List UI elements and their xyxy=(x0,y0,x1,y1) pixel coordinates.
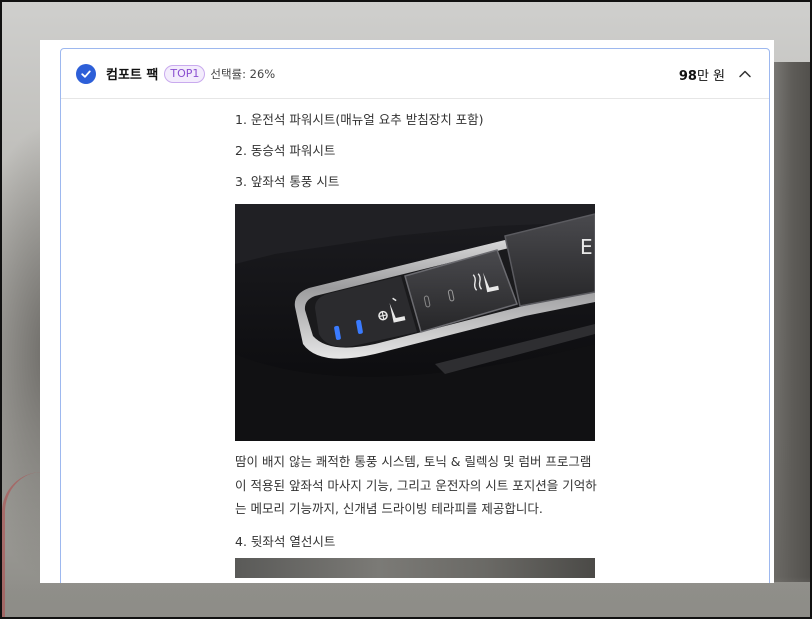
select-rate: 선택률: 26% xyxy=(210,66,276,81)
price-amount: 98 xyxy=(678,69,697,84)
check-icon[interactable] xyxy=(76,63,96,84)
heated-rear-seat-photo xyxy=(235,557,595,578)
price-unit: 만 원 xyxy=(696,69,725,84)
screen: 컴포트 팩 TOP1 선택률: 26% 98만 원 1. 운전석 파워시트(매뉴… xyxy=(0,0,812,619)
feature-description: 땀이 배지 않는 쾌적한 통풍 시스템, 토닉 & 릴렉싱 및 럼버 프로그램이… xyxy=(235,454,597,516)
ventilated-seat-photo: E xyxy=(235,204,595,441)
option-panel: 컴포트 팩 TOP1 선택률: 26% 98만 원 1. 운전석 파워시트(매뉴… xyxy=(40,40,774,583)
background-blur xyxy=(2,577,810,617)
seat-switch-illustration: E xyxy=(235,204,595,441)
feature-item-4: 4. 뒷좌석 열선시트 xyxy=(235,533,336,549)
feature-item-2: 2. 동승석 파워시트 xyxy=(235,143,336,158)
feature-item-1: 1. 운전석 파워시트(매뉴얼 요추 받침장치 포함) xyxy=(235,112,484,127)
option-title: 컴포트 팩 xyxy=(106,68,159,83)
top-badge: TOP1 xyxy=(164,64,206,83)
option-details: 1. 운전석 파워시트(매뉴얼 요추 받침장치 포함) 2. 동승석 파워시트 … xyxy=(235,110,597,578)
option-card: 컴포트 팩 TOP1 선택률: 26% 98만 원 1. 운전석 파워시트(매뉴… xyxy=(60,48,770,583)
option-price: 98만 원 xyxy=(679,65,725,84)
panel-letter: E xyxy=(580,235,593,259)
feature-item-3: 3. 앞좌석 통풍 시트 xyxy=(235,174,340,189)
chevron-up-icon[interactable] xyxy=(737,66,753,82)
option-card-header[interactable]: 컴포트 팩 TOP1 선택률: 26% 98만 원 xyxy=(61,49,769,99)
